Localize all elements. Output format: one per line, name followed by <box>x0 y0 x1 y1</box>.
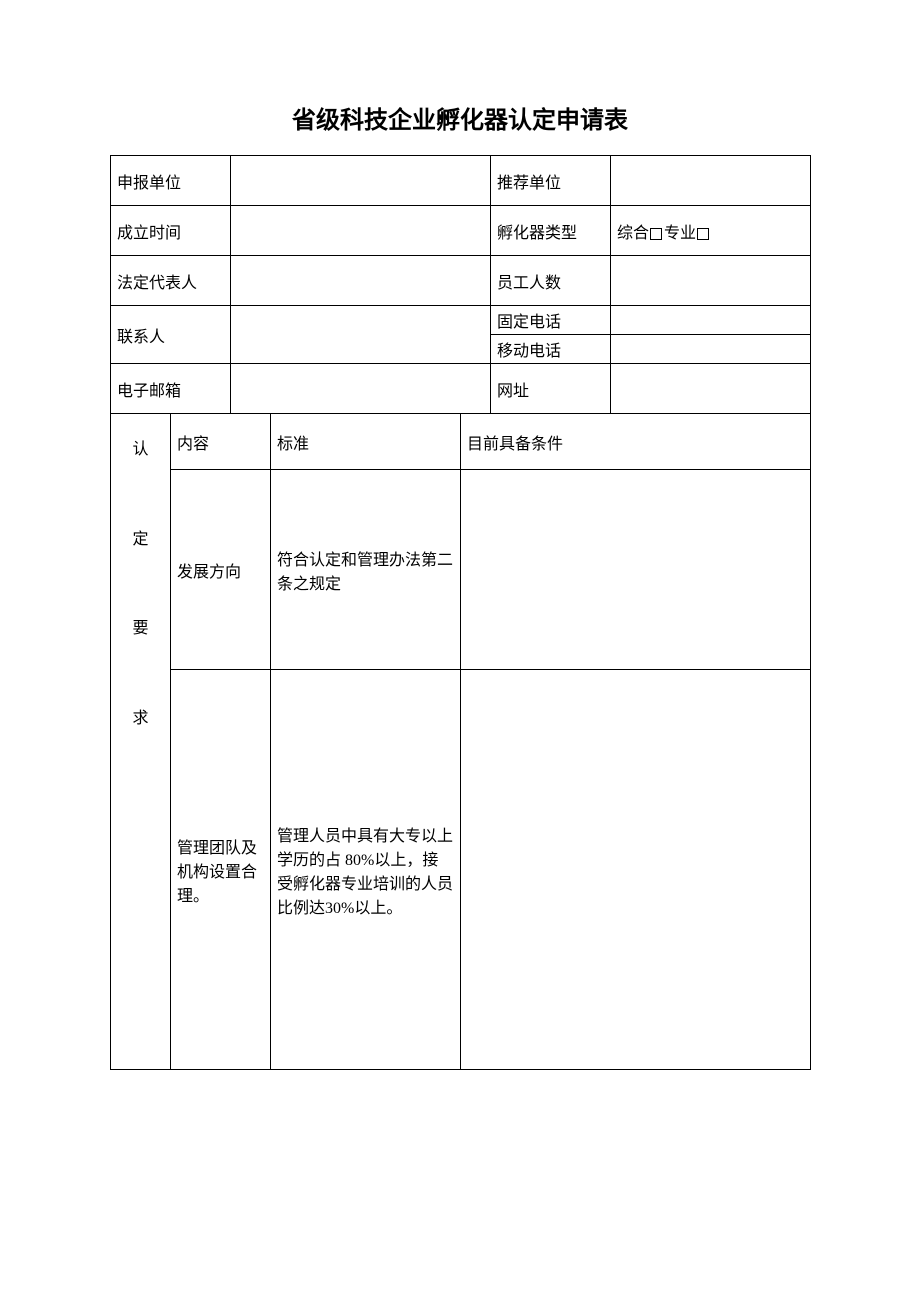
legal-rep-value[interactable] <box>231 256 491 306</box>
incubator-type-value[interactable]: 综合专业 <box>611 206 811 256</box>
page-title: 省级科技企业孵化器认定申请表 <box>110 100 810 135</box>
criteria-vertical-label: 认 定 要 求 <box>111 414 171 1070</box>
criteria-row2-content: 管理团队及机构设置合理。 <box>171 670 271 1070</box>
criteria-row1-current[interactable] <box>461 470 811 670</box>
incubator-type-opt1-label: 综合 <box>617 225 649 242</box>
checkbox-professional-icon[interactable] <box>697 228 709 240</box>
vlabel-1: 认 <box>132 441 148 458</box>
email-label: 电子邮箱 <box>111 364 231 414</box>
recommend-unit-label: 推荐单位 <box>491 156 611 206</box>
declaring-unit-value[interactable] <box>231 156 491 206</box>
phone-fixed-value[interactable] <box>611 306 811 335</box>
found-time-label: 成立时间 <box>111 206 231 256</box>
application-form-table: 申报单位 推荐单位 成立时间 孵化器类型 综合专业 法定代表人 员工人数 联系人… <box>110 155 811 1070</box>
phone-mobile-value[interactable] <box>611 335 811 364</box>
website-value[interactable] <box>611 364 811 414</box>
incubator-type-label: 孵化器类型 <box>491 206 611 256</box>
checkbox-comprehensive-icon[interactable] <box>650 228 662 240</box>
incubator-type-opt2-label: 专业 <box>664 225 696 242</box>
vlabel-2: 定 <box>132 531 148 548</box>
phone-fixed-label: 固定电话 <box>491 306 611 335</box>
recommend-unit-value[interactable] <box>611 156 811 206</box>
contact-label: 联系人 <box>111 306 231 364</box>
contact-value[interactable] <box>231 306 491 364</box>
phone-mobile-label: 移动电话 <box>491 335 611 364</box>
criteria-header-content: 内容 <box>171 414 271 470</box>
criteria-row2-current[interactable] <box>461 670 811 1070</box>
declaring-unit-label: 申报单位 <box>111 156 231 206</box>
found-time-value[interactable] <box>231 206 491 256</box>
criteria-header-standard: 标准 <box>271 414 461 470</box>
criteria-header-current: 目前具备条件 <box>461 414 811 470</box>
vlabel-4: 求 <box>132 710 148 727</box>
criteria-row1-content: 发展方向 <box>171 470 271 670</box>
website-label: 网址 <box>491 364 611 414</box>
criteria-row1-standard: 符合认定和管理办法第二条之规定 <box>271 470 461 670</box>
vlabel-3: 要 <box>132 620 148 637</box>
legal-rep-label: 法定代表人 <box>111 256 231 306</box>
criteria-row2-standard: 管理人员中具有大专以上学历的占 80%以上，接受孵化器专业培训的人员比例达30%… <box>271 670 461 1070</box>
email-value[interactable] <box>231 364 491 414</box>
staff-count-value[interactable] <box>611 256 811 306</box>
staff-count-label: 员工人数 <box>491 256 611 306</box>
